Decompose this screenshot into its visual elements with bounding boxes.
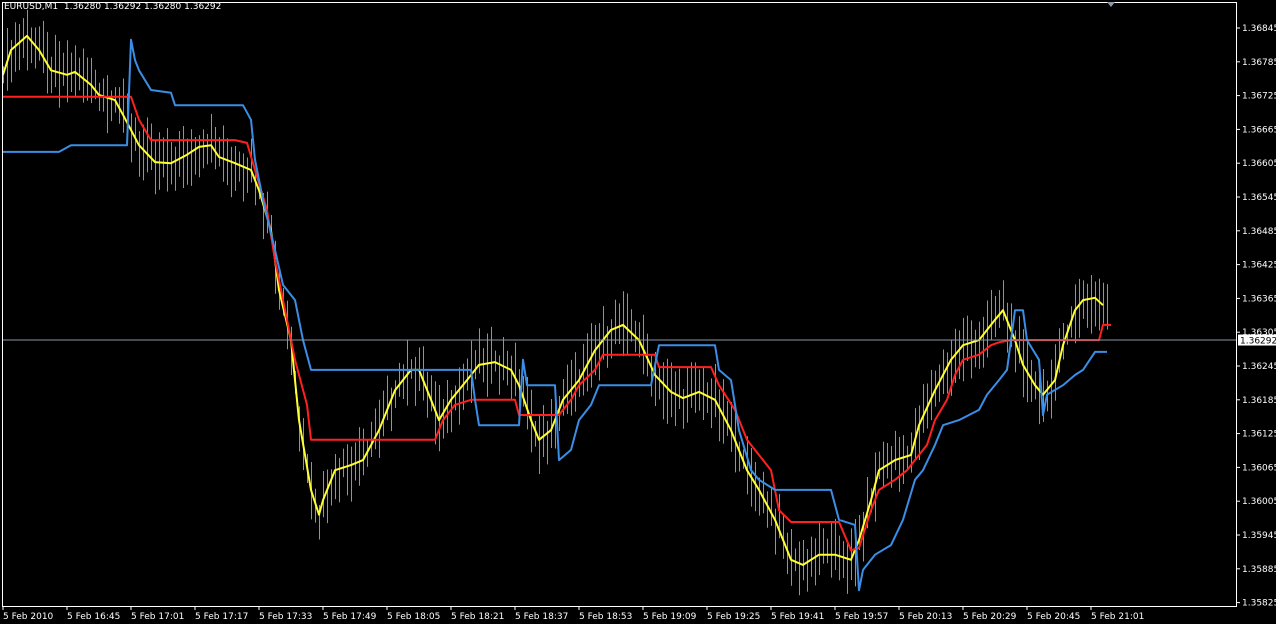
y-tick-label: 1.36665 — [1242, 125, 1276, 135]
y-tick-label: 1.35825 — [1242, 599, 1276, 609]
x-tick-label: 5 Feb 20:29 — [963, 612, 1017, 622]
y-tick-label: 1.36125 — [1242, 430, 1276, 440]
chart-title: EURUSD,M1 1.36280 1.36292 1.36280 1.3629… — [4, 2, 221, 12]
y-tick-label: 1.36185 — [1242, 396, 1276, 406]
x-tick-label: 5 Feb 17:01 — [131, 612, 184, 622]
x-tick-label: 5 Feb 17:49 — [323, 612, 377, 622]
y-tick-label: 1.36365 — [1242, 294, 1276, 304]
y-tick-label: 1.36845 — [1242, 24, 1276, 34]
x-tick-label: 5 Feb 20:13 — [899, 612, 952, 622]
blue-line — [3, 38, 1107, 592]
y-tick-label: 1.36485 — [1242, 227, 1276, 237]
yellow-ma — [2, 34, 1104, 566]
y-tick-label: 1.36245 — [1242, 362, 1276, 372]
x-tick-label: 5 Feb 21:01 — [1091, 612, 1144, 622]
x-tick-label: 5 Feb 19:25 — [707, 612, 760, 622]
x-tick-label: 5 Feb 17:33 — [259, 612, 312, 622]
x-tick-label: 5 Feb 16:45 — [67, 612, 120, 622]
high-value: 1.36292 — [103, 2, 142, 12]
open-value: 1.36280 — [63, 2, 102, 12]
x-tick-label: 5 Feb 19:41 — [771, 612, 824, 622]
x-tick-label: 5 Feb 2010 — [3, 612, 54, 622]
x-tick-label: 5 Feb 19:09 — [643, 612, 697, 622]
x-tick-label: 5 Feb 20:45 — [1027, 612, 1080, 622]
x-tick-label: 5 Feb 18:21 — [451, 612, 504, 622]
x-tick-label: 5 Feb 19:57 — [835, 612, 888, 622]
time-axis: 5 Feb 2010 5 Feb 16:45 5 Feb 17:01 5 Feb 17… — [2, 606, 1144, 622]
current-price-value: 1.36292 — [1240, 337, 1276, 347]
low-value: 1.36280 — [144, 2, 182, 12]
ohlc-bars — [3, 9, 1108, 596]
current-price-label: 1.36292 — [1238, 334, 1276, 347]
red-line — [3, 95, 1111, 552]
y-tick-label: 1.36725 — [1242, 92, 1276, 102]
y-tick-label: 1.35885 — [1242, 565, 1276, 575]
symbol-timeframe: EURUSD,M1 — [4, 2, 59, 12]
y-tick-label: 1.36545 — [1242, 193, 1276, 203]
x-tick-label: 5 Feb 18:37 — [515, 612, 568, 622]
y-tick-label: 1.36425 — [1242, 261, 1276, 271]
x-tick-label: 5 Feb 18:05 — [387, 612, 440, 622]
price-chart[interactable]: 1.36845 1.36785 1.36725 1.36665 1.36605 1.365… — [0, 0, 1276, 624]
y-tick-label: 1.35945 — [1242, 531, 1276, 541]
x-tick-label: 5 Feb 18:53 — [579, 612, 632, 622]
y-tick-label: 1.36005 — [1242, 497, 1276, 507]
close-value: 1.36292 — [184, 2, 222, 12]
price-axis: 1.36845 1.36785 1.36725 1.36665 1.36605 1.365… — [1236, 24, 1276, 609]
x-tick-label: 5 Feb 17:17 — [195, 612, 248, 622]
y-tick-label: 1.36065 — [1242, 463, 1276, 473]
y-tick-label: 1.36605 — [1242, 159, 1276, 169]
y-tick-label: 1.36785 — [1242, 58, 1276, 68]
chart-shift-marker-icon[interactable] — [1107, 2, 1115, 7]
indicator-lines — [2, 34, 1111, 592]
